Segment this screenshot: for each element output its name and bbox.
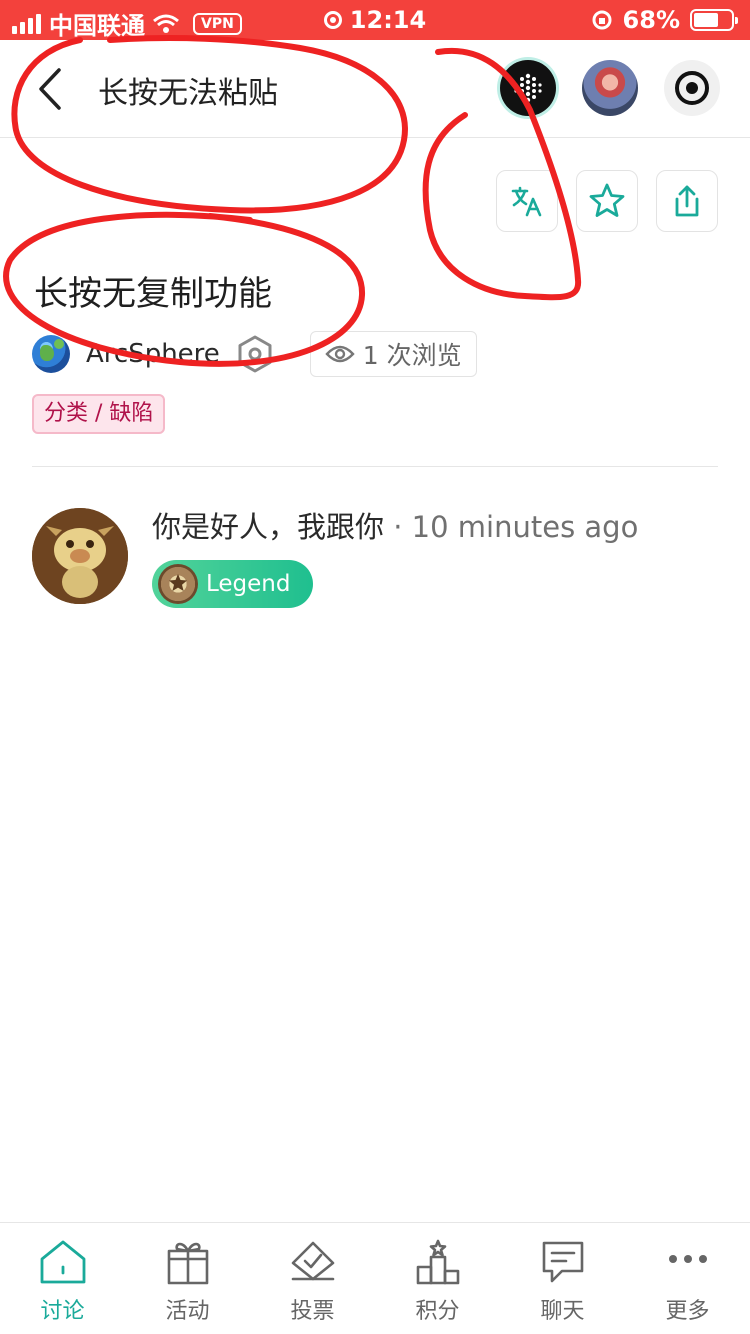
battery-percent: 68% — [622, 6, 680, 34]
tab-chat[interactable]: 聊天 — [500, 1223, 625, 1334]
record-icon — [675, 71, 709, 105]
tab-label: 讨论 — [40, 1299, 85, 1324]
tab-label: 积分 — [415, 1299, 460, 1324]
translate-button[interactable] — [496, 170, 558, 232]
user-avatar-button[interactable] — [582, 60, 638, 116]
clock: 12:14 — [349, 6, 427, 34]
settings-hex-icon[interactable] — [236, 335, 274, 373]
home-icon — [38, 1239, 88, 1285]
eye-icon — [325, 345, 355, 363]
post-separator: · — [393, 510, 403, 544]
tab-label: 更多 — [665, 1299, 710, 1324]
post-header: 你是好人，我跟你 · 10 minutes ago — [152, 504, 638, 546]
legend-badge[interactable]: Legend — [152, 560, 313, 608]
translate-icon — [511, 186, 542, 217]
badge-label: Legend — [206, 571, 291, 597]
author-avatar[interactable] — [32, 335, 70, 373]
tab-points[interactable]: 积分 — [375, 1223, 500, 1334]
tab-more[interactable]: 更多 — [625, 1223, 750, 1334]
medal-icon — [158, 564, 198, 604]
share-button[interactable] — [656, 170, 718, 232]
status-bar: 中国联通 VPN 12:14 68% — [0, 0, 750, 40]
post-author-avatar[interactable] — [32, 508, 128, 604]
tab-discuss[interactable]: 讨论 — [0, 1223, 125, 1334]
view-count: 1 次浏览 — [309, 331, 477, 377]
post-author-name[interactable]: 你是好人，我跟你 — [152, 510, 384, 544]
nav-header: 长按无法粘贴 — [0, 40, 750, 138]
chat-icon — [538, 1239, 588, 1285]
rotation-lock-icon — [592, 10, 612, 30]
back-arrow-icon — [39, 68, 61, 110]
tab-activity[interactable]: 活动 — [125, 1223, 250, 1334]
more-dots-icon — [663, 1239, 713, 1285]
screen-record-icon — [323, 11, 342, 29]
topic-title: 长按无复制功能 — [34, 274, 272, 314]
bottom-tab-bar: 讨论 活动 投票 积分 聊天 更多 — [0, 1222, 750, 1334]
tab-vote[interactable]: 投票 — [250, 1223, 375, 1334]
author-name[interactable]: ArcSphere — [86, 339, 220, 369]
divider — [32, 466, 718, 467]
app-logo-button[interactable] — [500, 60, 556, 116]
topic-meta: ArcSphere 1 次浏览 — [32, 330, 477, 378]
page-title: 长按无法粘贴 — [98, 76, 278, 111]
podium-icon — [413, 1239, 463, 1285]
tab-label: 投票 — [290, 1299, 335, 1324]
dots-logo-icon — [514, 73, 542, 103]
star-icon — [589, 183, 625, 217]
category-tag[interactable]: 分类 / 缺陷 — [32, 394, 166, 434]
back-button[interactable] — [30, 64, 70, 114]
vote-box-icon — [288, 1239, 338, 1285]
battery-icon — [690, 9, 738, 31]
record-button[interactable] — [664, 60, 720, 116]
post-time: 10 minutes ago — [411, 510, 639, 544]
tab-label: 活动 — [165, 1299, 210, 1324]
view-count-label: 1 次浏览 — [362, 341, 462, 370]
tab-label: 聊天 — [540, 1299, 585, 1324]
topic-actions — [496, 170, 718, 232]
share-icon — [675, 185, 699, 217]
gift-icon — [163, 1239, 213, 1285]
favorite-button[interactable] — [576, 170, 638, 232]
